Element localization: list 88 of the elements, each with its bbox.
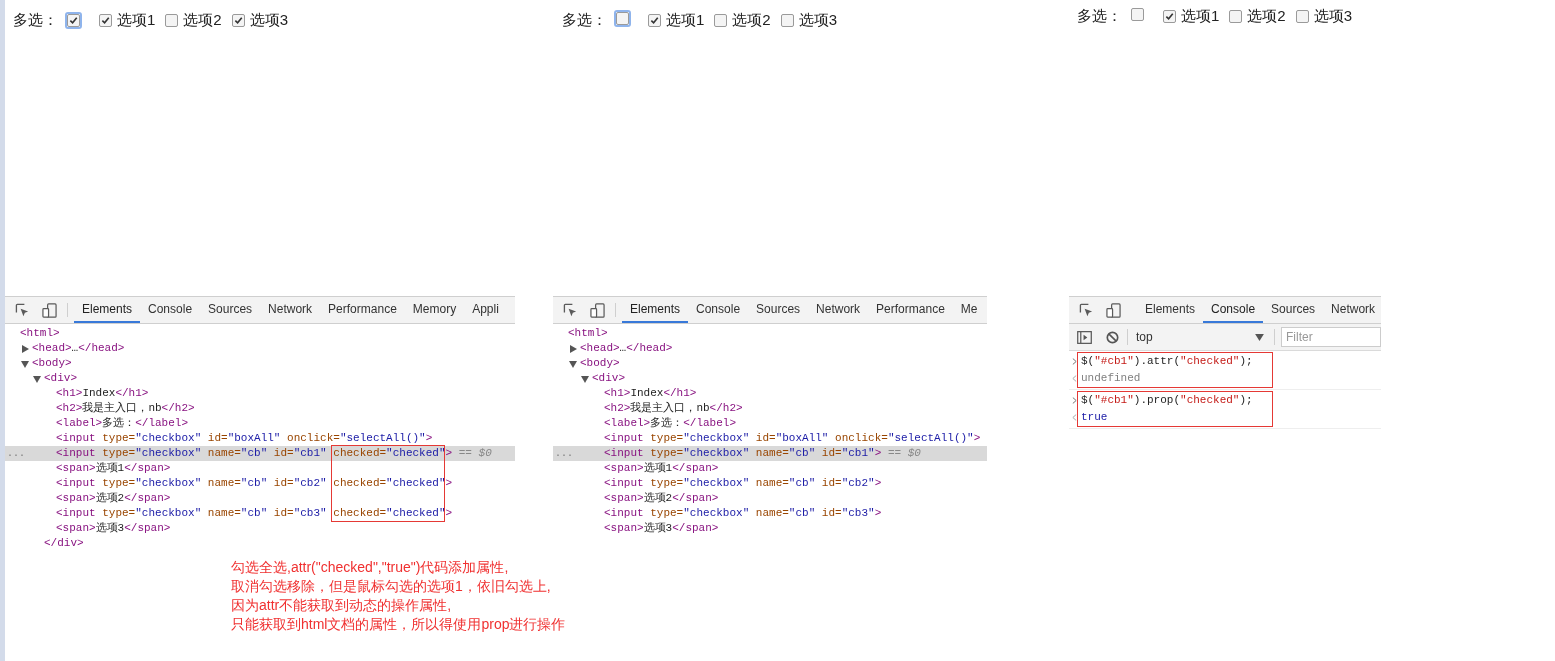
dom-node-line[interactable]: <span>选项2</span> [604,491,719,506]
devtools-tab[interactable]: Memory [404,297,465,323]
dom-node-line[interactable]: <span>选项1</span> [56,461,171,476]
device-icon[interactable] [42,302,57,318]
caret-icon [1255,333,1264,341]
dom-node-line[interactable]: <head>…</head> [580,341,673,356]
triangle-down-icon[interactable] [21,359,29,368]
console-result: true [1081,410,1108,425]
checkbox[interactable] [1163,9,1176,23]
checkbox[interactable] [99,13,112,27]
devtools-tab[interactable]: Elements [1137,297,1204,323]
console-result: undefined [1081,371,1141,386]
dom-node-line[interactable]: <body> [580,356,620,371]
dom-node-line[interactable]: <h2>我是主入口，nb</h2> [604,401,743,416]
dom-node-line[interactable]: <input type="checkbox" id="boxAll" onclick="selectAll()"> [604,431,981,446]
field-label: 多选： [13,10,58,30]
devtools-tab[interactable]: Console [688,297,749,323]
devtools-tab[interactable]: Performance [868,297,953,323]
devtools-tab[interactable]: Network [260,297,321,323]
devtools-tab[interactable]: Elements [74,297,141,323]
device-icon[interactable] [590,302,605,318]
dom-node-line[interactable]: <span>选项3</span> [56,521,171,536]
devtools-tab[interactable]: Elements [622,297,689,323]
devtools-tab[interactable]: Sources [200,297,261,323]
dom-node-line[interactable]: <span>选项3</span> [604,521,719,536]
dom-node-line[interactable]: <label>多选：</label> [56,416,189,431]
dom-node-line[interactable]: <input type="checkbox" id="boxAll" onclick="selectAll()"> [56,431,433,446]
dom-node-line[interactable]: <h1>Index</h1> [56,386,149,401]
dom-node-line[interactable]: <span>选项2</span> [56,491,171,506]
inspect-icon[interactable] [15,302,30,318]
dom-node-line[interactable]: </div> [44,536,84,551]
annotation-note: 勾选全选,attr("checked","true")代码添加属性, 取消勾选移除，但是鼠标勾选的选项1，依旧勾选上, 因为attr不能获取到动态的操作属性, 只能获取到html文档的属性，所以得使用prop进行操作 [231,558,566,634]
inspect-icon[interactable] [1079,302,1094,318]
dom-node-line[interactable]: <input type="checkbox" name="cb" id="cb2"> [604,476,882,491]
option-label: 选项1 [666,10,705,30]
option-label: 选项1 [117,10,156,30]
dom-node-line[interactable]: <h1>Index</h1> [604,386,697,401]
dom-node-line[interactable]: <input type="checkbox" name="cb" id="cb3"> [604,506,882,521]
dom-node-line[interactable]: <html> [20,326,60,341]
context-select[interactable]: top [1136,328,1268,346]
dom-node-line[interactable]: <html> [568,326,608,341]
checkbox[interactable] [648,13,661,27]
option-label: 选项1 [1181,6,1220,26]
dom-node-line[interactable]: <span>选项1</span> [604,461,719,476]
checkbox[interactable] [1229,9,1243,23]
clear-icon[interactable] [1106,330,1119,344]
triangle-down-icon[interactable] [569,359,577,368]
inspect-icon[interactable] [563,302,578,318]
checkbox[interactable] [231,13,245,27]
devtools-tab[interactable]: Appli [464,297,507,323]
dom-node-line[interactable]: <div> [44,371,77,386]
option-label: 选项2 [1247,6,1286,26]
dom-node-line[interactable]: <label>多选：</label> [604,416,737,431]
triangle-right-icon[interactable] [569,344,577,353]
checkbox[interactable] [1131,8,1144,21]
devtools-tab[interactable]: Performance [320,297,405,323]
triangle-down-icon[interactable] [581,374,589,383]
dom-node-line[interactable]: <head>…</head> [32,341,125,356]
option-label: 选项3 [1313,6,1353,26]
sidebar-toggle-icon[interactable] [1077,330,1092,344]
devtools-tab[interactable]: Network [1323,297,1384,323]
checkbox[interactable] [714,13,728,27]
console-command: $("#cb1").prop("checked"); [1081,393,1253,408]
field-label: 多选： [562,10,607,30]
checkbox[interactable] [780,13,794,27]
triangle-down-icon[interactable] [33,374,41,383]
chevron-right-icon [1072,397,1077,404]
dom-node-line[interactable]: <div> [592,371,625,386]
devtools-tab[interactable]: Sources [1263,297,1324,323]
option-label: 选项2 [183,10,222,30]
triangle-right-icon[interactable] [21,344,29,353]
filter-field[interactable]: Filter [1281,327,1381,347]
chevron-right-icon [1072,358,1077,365]
devtools-tab[interactable]: Network [808,297,869,323]
dom-node-line[interactable]: <input type="checkbox" name="cb" id="cb1"> == $0 [604,446,921,461]
option-label: 选项3 [249,10,289,30]
checkbox[interactable] [1295,9,1309,23]
devtools-tab[interactable]: Me [952,297,986,323]
devtools-tab[interactable]: Console [140,297,201,323]
dom-node-line[interactable]: <body> [32,356,72,371]
option-label: 选项2 [732,10,771,30]
console-command: $("#cb1").attr("checked"); [1081,354,1253,369]
devtools-tab[interactable]: Sources [748,297,809,323]
device-icon[interactable] [1106,302,1121,318]
checkbox[interactable] [165,13,179,27]
field-label: 多选： [1077,6,1122,26]
option-label: 选项3 [798,10,838,30]
dom-node-line[interactable]: <h2>我是主入口，nb</h2> [56,401,195,416]
